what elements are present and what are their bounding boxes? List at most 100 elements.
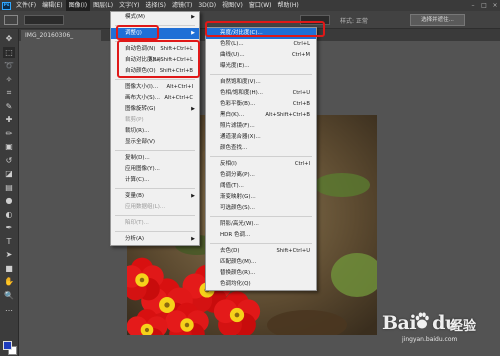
document-tab[interactable]: IMG_20160306_ [21, 30, 101, 41]
menu-item[interactable]: 图像旋转(G) ▶ [111, 104, 199, 115]
menu-item[interactable]: 黑白(K)... Alt+Shift+Ctrl+B [206, 110, 316, 121]
menu-item-label: 色阶(L)... [220, 41, 244, 47]
stamp-icon[interactable]: ▣ [3, 141, 15, 152]
menubar-item[interactable]: 编辑(E) [39, 0, 65, 11]
menu-item[interactable]: 图像大小(I)... Alt+Ctrl+I [111, 82, 199, 93]
menu-item-label: 可选颜色(S)... [220, 205, 256, 211]
menubar-item[interactable]: 文字(Y) [116, 0, 142, 11]
menubar-item[interactable]: 窗口(W) [246, 0, 275, 11]
menu-item[interactable]: 阈值(T)... [206, 181, 316, 192]
menu-item[interactable]: 照片滤镜(F)... [206, 121, 316, 132]
menu-item-shortcut: Ctrl+B [292, 101, 310, 107]
lasso-icon[interactable]: ➰ [3, 60, 15, 71]
menu-item-label: 画布大小(S)... [125, 95, 161, 101]
eraser-icon[interactable]: ◪ [3, 168, 15, 179]
menu-item-shortcut: Alt+Ctrl+C [164, 95, 193, 101]
menu-item[interactable]: 曲线(U)... Ctrl+M [206, 50, 316, 61]
menu-separator [210, 243, 312, 244]
adjustments-submenu: 亮度/对比度(C)... 色阶(L)... Ctrl+L 曲线(U)... Ctrl+M… [205, 27, 317, 291]
selection-mode-group[interactable] [24, 15, 64, 25]
shape-icon[interactable]: ■ [3, 263, 15, 274]
menu-item[interactable]: HDR 色调... [206, 230, 316, 241]
history-brush-icon[interactable]: ↺ [3, 155, 15, 166]
eyedropper-icon[interactable]: ✎ [3, 101, 15, 112]
menu-item[interactable]: 颜色查找... [206, 143, 316, 154]
menu-item[interactable]: 反相(I) Ctrl+I [206, 159, 316, 170]
pen-icon[interactable]: ✒ [3, 222, 15, 233]
menu-item[interactable]: 计算(C)... [111, 175, 199, 186]
marquee-tool-preset-icon[interactable] [4, 15, 18, 25]
quick-select-icon[interactable]: ✧ [3, 74, 15, 85]
more-icon[interactable]: … [3, 303, 15, 314]
brush-icon[interactable]: ✏ [3, 128, 15, 139]
close-icon[interactable]: × [490, 0, 500, 11]
hand-icon[interactable]: ✋ [3, 276, 15, 287]
menu-item[interactable]: 色调分离(P)... [206, 170, 316, 181]
menu-item-label: 调整(J) [125, 30, 142, 36]
menu-item-label: 颜色查找... [220, 145, 248, 151]
menu-separator [210, 74, 312, 75]
menu-separator [115, 215, 195, 216]
menu-item-shortcut: Ctrl+U [292, 90, 310, 96]
menu-item[interactable]: 自动色调(N) Shift+Ctrl+L [111, 44, 199, 55]
baidu-paw-icon [415, 312, 429, 329]
gradient-icon[interactable]: ▤ [3, 182, 15, 193]
move-icon[interactable]: ✥ [3, 33, 15, 44]
marquee-icon[interactable]: ⬚ [3, 46, 15, 58]
menu-item[interactable]: 阴影/高光(W)... [206, 219, 316, 230]
menu-item[interactable]: 调整(J) ▶ [111, 28, 199, 39]
menubar-item[interactable]: 选择(S) [142, 0, 169, 11]
menu-item[interactable]: 替换颜色(R)... [206, 268, 316, 279]
menu-item[interactable]: 可选颜色(S)... [206, 203, 316, 214]
menu-item-shortcut: Alt+Ctrl+I [166, 84, 193, 90]
menu-item[interactable]: 色调均化(Q) [206, 279, 316, 290]
image-menu: 模式(M) ▶ 调整(J) ▶ 自动色调(N) Shift+Ctrl+L 自动对比度(U) A… [110, 11, 200, 246]
minimize-icon[interactable]: – [468, 0, 478, 11]
menu-item[interactable]: 复制(D)... [111, 153, 199, 164]
zoom-icon[interactable]: 🔍 [3, 290, 15, 301]
dodge-icon[interactable]: ◐ [3, 209, 15, 220]
menu-item[interactable]: 变量(B) ▶ [111, 191, 199, 202]
blur-icon[interactable]: ● [3, 195, 15, 206]
menu-item[interactable]: 去色(D) Shift+Ctrl+U [206, 246, 316, 257]
menu-item[interactable]: 自动对比度(U) Alt+Shift+Ctrl+L [111, 55, 199, 66]
foreground-color-swatch[interactable] [3, 341, 12, 350]
menubar-item[interactable]: 3D(D) [195, 0, 219, 11]
menu-item[interactable]: 自动颜色(O) Shift+Ctrl+B [111, 66, 199, 77]
menubar-item[interactable]: 滤镜(T) [169, 0, 195, 11]
menu-item-label: 曲线(U)... [220, 52, 245, 58]
menu-item[interactable]: 渐变映射(G)... [206, 192, 316, 203]
type-icon[interactable]: T [3, 236, 15, 247]
path-select-icon[interactable]: ➤ [3, 249, 15, 260]
menubar-item[interactable]: 文件(F) [13, 0, 39, 11]
menubar-item[interactable]: 图像(I) [65, 0, 91, 11]
submenu-arrow-icon: ▶ [191, 236, 195, 242]
menu-item[interactable]: 匹配颜色(M)... [206, 257, 316, 268]
menu-item-shortcut: Ctrl+M [291, 52, 310, 58]
menu-item[interactable]: 色相/饱和度(H)... Ctrl+U [206, 88, 316, 99]
menu-item[interactable]: 分析(A) ▶ [111, 234, 199, 245]
menu-item[interactable]: 自然饱和度(V)... [206, 77, 316, 88]
menu-item[interactable]: 模式(M) ▶ [111, 12, 199, 23]
menu-item[interactable]: 显示全部(V) [111, 137, 199, 148]
menu-item[interactable]: 亮度/对比度(C)... [206, 28, 316, 39]
menubar-item[interactable]: 视图(V) [219, 0, 246, 11]
menubar-item[interactable]: 帮助(H) [275, 0, 302, 11]
menu-item-shortcut: Shift+Ctrl+B [159, 68, 193, 74]
menu-item[interactable]: 色阶(L)... Ctrl+L [206, 39, 316, 50]
maximize-icon[interactable]: □ [479, 0, 489, 11]
menu-item-label: 模式(M) [125, 14, 146, 20]
select-and-mask-button[interactable]: 选择并遮住... [410, 14, 465, 26]
menu-item[interactable]: 应用图像(Y)... [111, 164, 199, 175]
menubar-item[interactable]: 图层(L) [90, 0, 116, 11]
menu-item[interactable]: 通道混合器(X)... [206, 132, 316, 143]
menu-item[interactable]: 色彩平衡(B)... Ctrl+B [206, 99, 316, 110]
menu-item[interactable]: 画布大小(S)... Alt+Ctrl+C [111, 93, 199, 104]
menu-item[interactable]: 曝光度(E)... [206, 61, 316, 72]
feather-field[interactable] [300, 15, 330, 25]
healing-icon[interactable]: ✚ [3, 114, 15, 125]
menu-item-label: 自动颜色(O) [125, 68, 156, 74]
menu-item[interactable]: 裁切(R)... [111, 126, 199, 137]
crop-icon[interactable]: ⌗ [3, 87, 15, 98]
menu-item-label: 反相(I) [220, 161, 237, 167]
